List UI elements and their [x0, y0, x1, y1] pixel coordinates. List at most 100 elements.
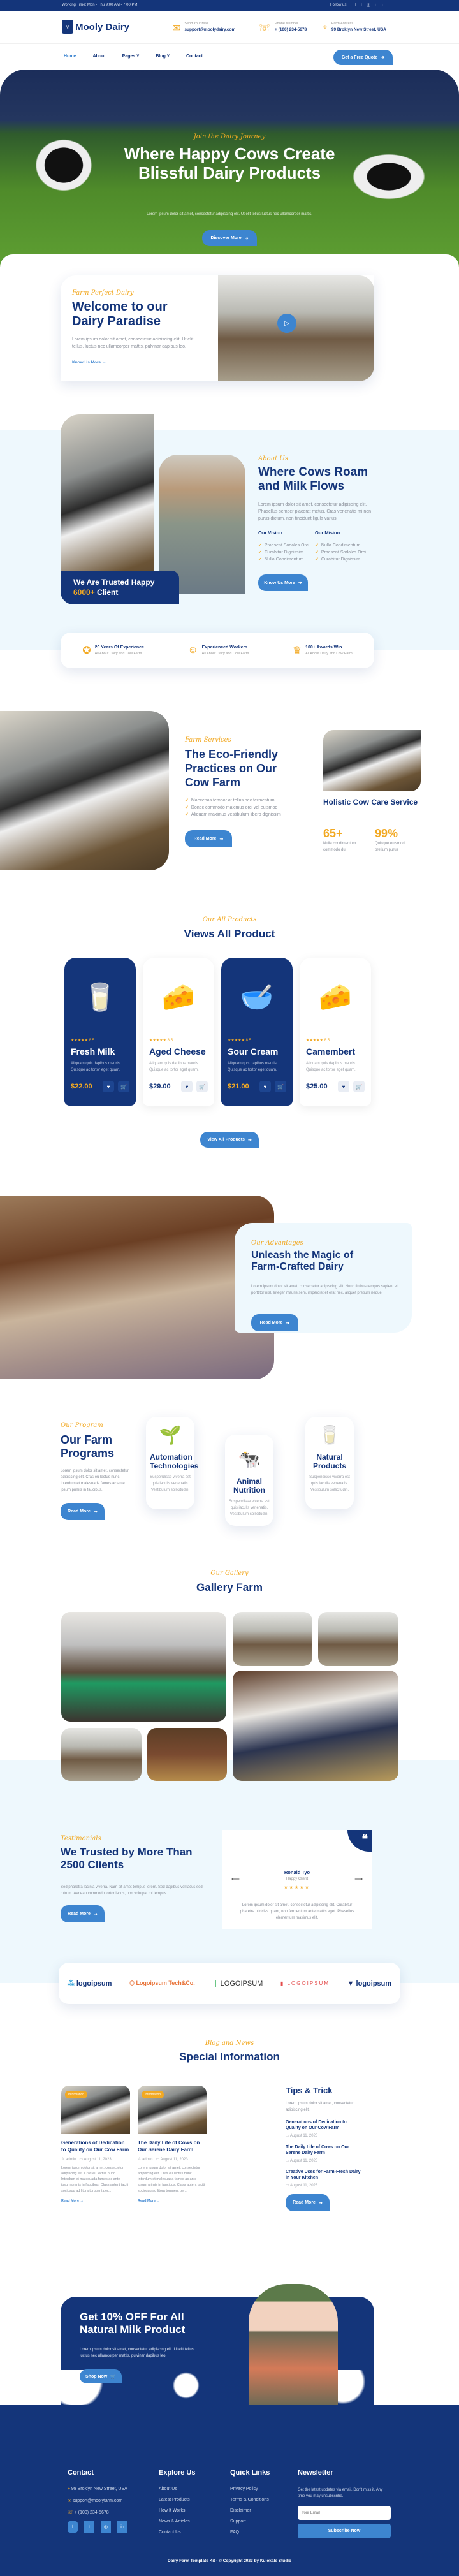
calendar-icon: ▭ — [156, 2158, 160, 2162]
blog-post: Information Generations of Dedication to… — [61, 2086, 130, 2203]
follow-label: Follow us: — [330, 3, 348, 7]
post-title[interactable]: The Daily Life of Cows on Our Serene Dai… — [138, 2139, 207, 2153]
footer-link[interactable]: FAQ — [230, 2530, 270, 2535]
post-title[interactable]: Generations of Dedication to Quality on … — [61, 2139, 130, 2153]
product-card[interactable]: 🧀 ★★★★★ 8.5 Camembert Aliquam quis dapib… — [300, 958, 371, 1106]
chevron-down-icon: ˅ — [166, 54, 170, 59]
instagram-icon[interactable]: ◎ — [367, 3, 375, 8]
boy-with-milk-image — [249, 2284, 338, 2405]
heart-icon[interactable]: ♥ — [103, 1081, 114, 1092]
product-name: Aged Cheese — [149, 1046, 206, 1057]
footer-link[interactable]: Support — [230, 2519, 270, 2524]
arrow-right-icon: ➜ — [298, 581, 302, 585]
programs-read-more-button[interactable]: Read More ➜ — [61, 1503, 105, 1520]
services-tagline: Farm Services — [185, 736, 231, 743]
about-title: Where Cows Roam and Milk Flows — [258, 465, 368, 493]
post-image[interactable]: Information — [61, 2086, 130, 2134]
product-card[interactable]: 🥛 ★★★★★ 8.5 Fresh Milk Aliquam quis dapi… — [64, 958, 136, 1106]
nav-pages[interactable]: Pages ˅ — [122, 54, 140, 59]
calendar-icon: ▭ — [79, 2158, 84, 2162]
cart-icon[interactable]: 🛒 — [353, 1081, 365, 1092]
gallery-image[interactable] — [61, 1728, 142, 1781]
footer-link[interactable]: Contact Us — [159, 2530, 195, 2535]
play-icon: ▷ — [284, 319, 289, 327]
post-image[interactable]: Information — [138, 2086, 207, 2134]
rating: ★★★★★ 8.5 — [228, 1039, 251, 1043]
footer-link[interactable]: How It Works — [159, 2508, 195, 2513]
cart-icon[interactable]: 🛒 — [275, 1081, 286, 1092]
heart-icon[interactable]: ♥ — [338, 1081, 349, 1092]
program-card[interactable]: 🐄 Animal Nutrition Suspendisse viverra est… — [225, 1435, 273, 1526]
cows-feeding-image — [323, 730, 421, 791]
tip-item[interactable]: Creative Uses for Farm-Fresh Dairy in Yo… — [286, 2169, 362, 2188]
gallery-image[interactable] — [233, 1671, 398, 1781]
know-us-more-link[interactable]: Know Us More → — [72, 360, 106, 365]
tip-item[interactable]: The Daily Life of Cows on Our Serene Dai… — [286, 2144, 362, 2163]
gallery-image[interactable] — [318, 1612, 398, 1666]
footer-link[interactable]: Latest Products — [159, 2498, 195, 2502]
subscribe-button[interactable]: Subscribe Now — [298, 2524, 391, 2538]
discover-more-button[interactable]: Discover More ➜ — [202, 230, 257, 246]
nav-home[interactable]: Home — [64, 54, 76, 59]
testimonials-read-more-button[interactable]: Read More ➜ — [61, 1905, 105, 1922]
read-more-link[interactable]: Read More → — [138, 2199, 207, 2203]
advantages-read-more-button[interactable]: Read More ➜ — [251, 1314, 298, 1331]
gallery-image[interactable] — [233, 1612, 312, 1666]
twitter-icon[interactable]: t — [361, 3, 367, 8]
cart-icon[interactable]: 🛒 — [196, 1081, 208, 1092]
gallery-image[interactable] — [147, 1728, 227, 1781]
gallery-image[interactable] — [61, 1612, 226, 1722]
shop-now-button[interactable]: Shop Now 🛒 — [80, 2369, 122, 2383]
footer-link[interactable]: Privacy Policy — [230, 2487, 270, 2491]
header: M Mooly Dairy ✉ Send Your Mail support@mo… — [0, 11, 459, 44]
stat-item: ♛ 100+ Awards Win All About Dairy and Cow … — [292, 645, 353, 656]
tip-item[interactable]: Generations of Dedication to Quality on … — [286, 2119, 362, 2138]
program-card[interactable]: 🥛 Natural Products Suspendisse viverra est… — [305, 1417, 354, 1509]
free-quote-button[interactable]: Get a Free Quote ➜ — [333, 50, 393, 65]
about-know-more-button[interactable]: Know Us More ➜ — [258, 574, 308, 591]
footer-link[interactable]: About Us — [159, 2487, 195, 2491]
footer-link[interactable]: Disclaimer — [230, 2508, 270, 2513]
footer-link[interactable]: Terms & Conditions — [230, 2498, 270, 2502]
trusted-badge: We Are Trusted Happy 6000+ Client — [61, 571, 179, 604]
category-badge[interactable]: Information — [65, 2091, 88, 2098]
play-video-button[interactable]: ▷ — [277, 314, 296, 333]
mail-value[interactable]: support@moolydairy.com — [184, 27, 235, 32]
category-badge[interactable]: Information — [142, 2091, 164, 2098]
product-card[interactable]: 🥣 ★★★★★ 8.5 Sour Cream Aliquam quis dapi… — [221, 958, 293, 1106]
advantages-card: Our Advantages Unleash the Magic of Farm… — [235, 1223, 412, 1333]
heart-icon[interactable]: ♥ — [181, 1081, 193, 1092]
facebook-icon[interactable]: f — [68, 2521, 78, 2533]
cart-icon[interactable]: 🛒 — [118, 1081, 129, 1092]
footer-link[interactable]: News & Articles — [159, 2519, 195, 2524]
program-card[interactable]: 🌱 Automation Technologies Suspendisse vive… — [146, 1417, 198, 1509]
newsletter-email-input[interactable] — [298, 2506, 391, 2520]
products-title: Views All Product — [184, 928, 275, 940]
linkedin-icon[interactable]: in — [375, 3, 387, 8]
testimonials-tagline: Testimonials — [61, 1835, 101, 1842]
view-all-products-button[interactable]: View All Products ➜ — [200, 1132, 259, 1148]
read-more-link[interactable]: Read More → — [61, 2199, 130, 2203]
nav-contact[interactable]: Contact — [186, 54, 203, 59]
phone-value[interactable]: + (100) 234-5678 — [275, 27, 307, 32]
product-price: $21.00 — [228, 1083, 249, 1090]
welcome-tagline: Farm Perfect Dairy — [72, 289, 134, 296]
twitter-icon[interactable]: t — [84, 2521, 94, 2533]
location-icon: ⌖ — [68, 2487, 70, 2491]
instagram-icon[interactable]: ◎ — [101, 2521, 111, 2533]
facebook-icon[interactable]: f — [355, 3, 361, 8]
tips-read-more-button[interactable]: Read More ➜ — [286, 2194, 330, 2211]
arrow-right-icon: ➜ — [219, 837, 224, 842]
programs-tagline: Our Program — [61, 1422, 103, 1429]
services-read-more-button[interactable]: Read More ➜ — [185, 830, 232, 847]
prev-arrow-icon[interactable]: ⟵ — [231, 1876, 240, 1883]
next-arrow-icon[interactable]: ⟶ — [354, 1876, 363, 1883]
logo[interactable]: M Mooly Dairy — [62, 20, 129, 34]
heart-icon[interactable]: ♥ — [259, 1081, 271, 1092]
linkedin-icon[interactable]: in — [117, 2521, 127, 2533]
product-card[interactable]: 🧀 ★★★★★ 8.5 Aged Cheese Aliquam quis dap… — [143, 958, 214, 1106]
blog-title: Special Information — [179, 2051, 280, 2063]
user-icon: ♙ — [138, 2158, 142, 2162]
nav-about[interactable]: About — [92, 54, 105, 59]
nav-blog[interactable]: Blog ˅ — [156, 54, 170, 59]
